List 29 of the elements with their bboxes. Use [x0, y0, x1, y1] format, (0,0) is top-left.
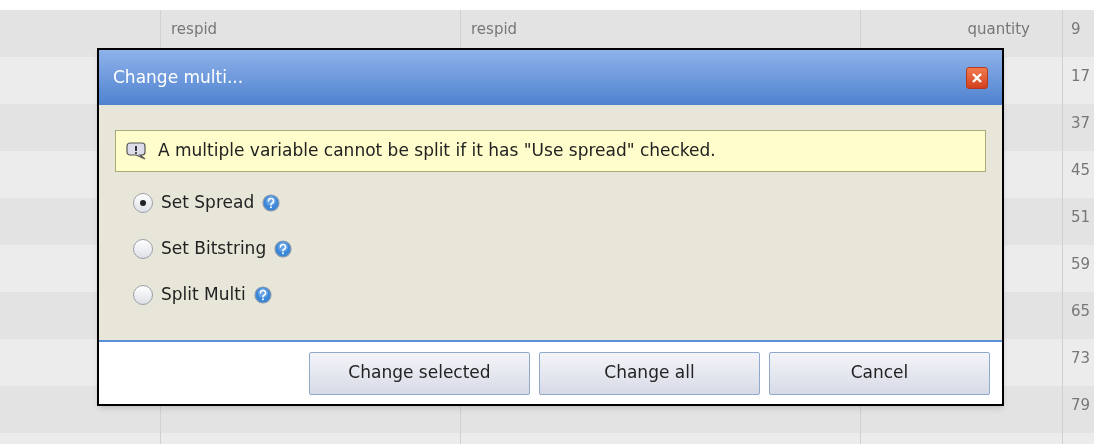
close-icon — [971, 71, 983, 84]
option-label: Split Multi — [161, 283, 246, 307]
help-icon[interactable] — [262, 194, 281, 212]
radio-button[interactable] — [133, 285, 153, 305]
close-button[interactable] — [966, 66, 988, 89]
help-icon[interactable] — [274, 240, 293, 258]
dialog-button[interactable]: Change all — [539, 351, 760, 395]
dialog-button[interactable]: Cancel — [769, 351, 990, 395]
speech-bubble-icon — [126, 142, 148, 160]
table-cell-text: 37 — [1071, 113, 1091, 134]
window-title: Change multi... — [113, 65, 244, 89]
option-label: Set Bitstring — [161, 237, 267, 261]
table-cell-text: 9 — [1071, 19, 1081, 40]
table-cell-text: 17 — [1071, 66, 1091, 87]
help-icon[interactable] — [253, 286, 272, 304]
table-cell-text: 45 — [1071, 160, 1091, 181]
table-cell-text: 79 — [1071, 395, 1091, 416]
table-cell-text: respid — [471, 19, 518, 40]
table-cell-text: 65 — [1071, 301, 1091, 322]
table-cell-text: 51 — [1071, 207, 1091, 228]
notice-text: A multiple variable cannot be split if it has "Use spread" checked. — [158, 139, 716, 163]
table-cell-text: respid — [171, 19, 218, 40]
table-cell-text: 73 — [1071, 348, 1091, 369]
dialog-button[interactable]: Change selected — [309, 351, 530, 395]
radio-button[interactable] — [133, 239, 153, 259]
option-label: Set Spread — [161, 191, 255, 215]
table-cell-text: quantity — [967, 19, 1030, 40]
radio-button[interactable] — [133, 193, 153, 213]
table-cell-text: 59 — [1071, 254, 1091, 275]
